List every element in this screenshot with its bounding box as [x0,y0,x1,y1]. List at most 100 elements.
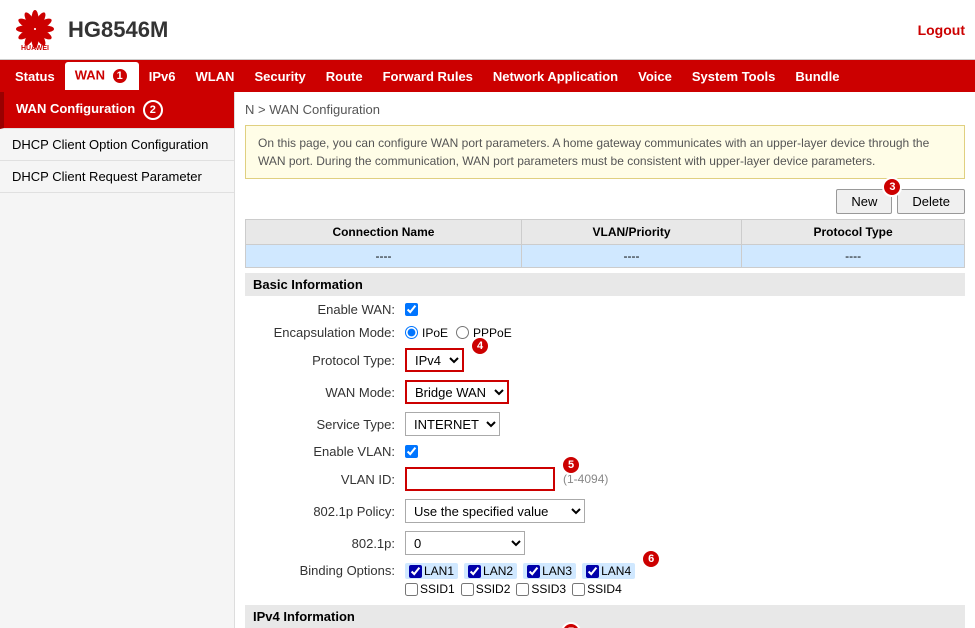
binding-label: Binding Options: [245,563,405,578]
protocol-select[interactable]: IPv4 [405,348,464,372]
nav-item-forward-rules[interactable]: Forward Rules [373,64,483,89]
ssid2-label: SSID2 [461,582,511,596]
cell-protocol: ---- [742,245,965,268]
lan1-checkbox[interactable] [409,565,422,578]
col-header-vlan: VLAN/Priority [521,220,741,245]
lan-group: LAN1 LAN2 LAN3 L [405,563,635,579]
ssid4-checkbox[interactable] [572,583,585,596]
encap-control: IPoE PPPoE [405,326,965,340]
ssid4-label: SSID4 [572,582,622,596]
binding-options: LAN1 LAN2 LAN3 L [405,563,635,596]
policy-select[interactable]: Use the specified value [405,499,585,523]
protocol-row: Protocol Type: IPv4 4 [245,344,965,376]
protocol-select-container: IPv4 4 [405,348,464,372]
policy-label: 802.1p Policy: [245,504,405,519]
nav-item-ipv6[interactable]: IPv6 [139,64,186,89]
binding-row: Binding Options: LAN1 LAN2 [245,559,965,600]
nav-item-wlan[interactable]: WLAN [185,64,244,89]
wan-mode-label: WAN Mode: [245,385,405,400]
cell-name: ---- [246,245,522,268]
wan-mode-row: WAN Mode: Bridge WAN [245,376,965,408]
p802-select[interactable]: 0 [405,531,525,555]
p802-label: 802.1p: [245,536,405,551]
config-table: Connection Name VLAN/Priority Protocol T… [245,219,965,268]
nav-item-security[interactable]: Security [244,64,315,89]
badge-5: 5 [561,455,581,475]
sidebar-item-dhcp-option[interactable]: DHCP Client Option Configuration [0,129,234,161]
enable-wan-row: Enable WAN: [245,298,965,321]
encap-label: Encapsulation Mode: [245,325,405,340]
enable-vlan-checkbox[interactable] [405,445,418,458]
service-control: INTERNET [405,412,965,436]
ipv4-info-header: IPv4 Information [245,605,965,628]
cell-vlan: ---- [521,245,741,268]
vlan-input-container: 700 5 [405,467,555,491]
ssid3-checkbox[interactable] [516,583,529,596]
nav-item-voice[interactable]: Voice [628,64,682,89]
protocol-control: IPv4 4 [405,348,965,372]
basic-info-header: Basic Information [245,273,965,296]
policy-row: 802.1p Policy: Use the specified value [245,495,965,527]
binding-control: LAN1 LAN2 LAN3 L [405,563,965,596]
service-select[interactable]: INTERNET [405,412,500,436]
enable-wan-control [405,303,965,316]
nav-bar: Status WAN 1 IPv6 WLAN Security Route Fo… [0,60,975,92]
logout-area: Logout [918,22,965,38]
vlan-id-row: VLAN ID: 700 5 (1-4094) [245,463,965,495]
lan3-checkbox[interactable] [527,565,540,578]
policy-control: Use the specified value [405,499,965,523]
delete-button[interactable]: Delete [897,189,965,214]
logo-area: HUAWEI HG8546M [10,7,168,52]
table-row: ---- ---- ---- [246,245,965,268]
sidebar-item-wan-config[interactable]: WAN Configuration 2 [0,92,234,129]
vlan-id-control: 700 5 (1-4094) [405,467,965,491]
nav-item-route[interactable]: Route [316,64,373,89]
logout-button[interactable]: Logout [918,22,965,38]
content-area: N > WAN Configuration On this page, you … [235,92,975,628]
sidebar-badge-2: 2 [143,100,163,120]
nav-item-system-tools[interactable]: System Tools [682,64,786,89]
vlan-id-input[interactable]: 700 [405,467,555,491]
lan4-label: LAN4 [582,563,635,579]
ssid1-checkbox[interactable] [405,583,418,596]
nav-item-network-app[interactable]: Network Application [483,64,628,89]
huawei-logo-icon: HUAWEI [10,7,60,52]
main-layout: WAN Configuration 2 DHCP Client Option C… [0,92,975,628]
nav-item-wan[interactable]: WAN 1 [65,62,139,90]
encap-row: Encapsulation Mode: IPoE PPPoE [245,321,965,344]
protocol-label: Protocol Type: [245,353,405,368]
lan1-label: LAN1 [405,563,458,579]
badge-4: 4 [470,336,490,356]
ssid-group: SSID1 SSID2 SSID3 SSID4 [405,582,635,596]
breadcrumb: N > WAN Configuration [245,102,965,117]
svg-text:HUAWEI: HUAWEI [21,45,49,52]
nav-item-status[interactable]: Status [5,64,65,89]
p802-control: 0 [405,531,965,555]
badge-6: 6 [641,549,661,569]
p802-row: 802.1p: 0 [245,527,965,559]
ssid2-checkbox[interactable] [461,583,474,596]
enable-vlan-row: Enable VLAN: [245,440,965,463]
toolbar: 3 New Delete [245,189,965,214]
ipoe-radio[interactable] [405,326,418,339]
sidebar-item-dhcp-request[interactable]: DHCP Client Request Parameter [0,161,234,193]
enable-wan-label: Enable WAN: [245,302,405,317]
model-name: HG8546M [68,17,168,43]
sidebar: WAN Configuration 2 DHCP Client Option C… [0,92,235,628]
lan2-label: LAN2 [464,563,517,579]
ipoe-radio-label: IPoE [405,326,448,340]
service-label: Service Type: [245,417,405,432]
nav-item-bundle[interactable]: Bundle [785,64,849,89]
ssid3-label: SSID3 [516,582,566,596]
wan-mode-select[interactable]: Bridge WAN [405,380,509,404]
col-header-name: Connection Name [246,220,522,245]
lan2-checkbox[interactable] [468,565,481,578]
lan4-checkbox[interactable] [586,565,599,578]
nav-wan-badge: 1 [111,67,129,85]
pppoe-radio[interactable] [456,326,469,339]
enable-wan-checkbox[interactable] [405,303,418,316]
vlan-id-label: VLAN ID: [245,472,405,487]
header: HUAWEI HG8546M Logout [0,0,975,60]
ssid1-label: SSID1 [405,582,455,596]
lan3-label: LAN3 [523,563,576,579]
